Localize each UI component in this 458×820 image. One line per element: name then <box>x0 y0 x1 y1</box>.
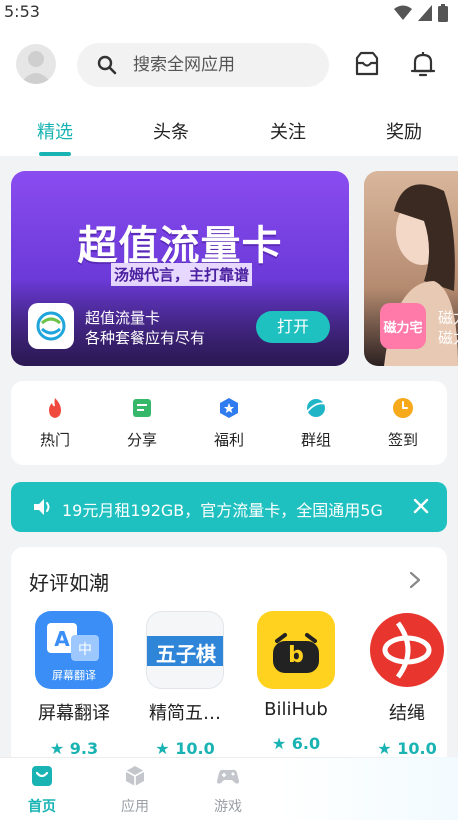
gamepad-icon <box>217 769 239 784</box>
tab-headlines[interactable]: 头条 <box>153 118 189 144</box>
battery-icon <box>438 4 448 22</box>
banner-app-name: 超值流量卡 <box>85 309 161 327</box>
user-avatar-icon <box>20 51 52 84</box>
gomoku-app-icon: 五子棋 <box>146 611 224 689</box>
rating-value: 6.0 <box>291 734 321 753</box>
rating-value: 10.0 <box>397 739 437 758</box>
banner-next-app-icon[interactable]: 磁力宅 <box>380 303 426 349</box>
screen-translate-app-icon: A 中 屏幕翻译 <box>35 611 113 689</box>
signal-icon <box>418 5 432 21</box>
banner-next-app-desc: 磁力 <box>438 329 458 347</box>
speaker-icon <box>34 499 50 515</box>
nav-label: 应用 <box>121 799 149 815</box>
nav-home[interactable]: 首页 <box>12 764 72 816</box>
banner-app-icon[interactable] <box>28 303 74 349</box>
shortcut-groups[interactable]: 群组 <box>286 397 346 450</box>
status-icons <box>394 4 448 22</box>
search-input[interactable] <box>133 55 313 75</box>
flame-icon <box>49 398 61 418</box>
svg-text:中: 中 <box>78 642 92 658</box>
inbox-icon[interactable] <box>353 50 381 78</box>
tab-featured[interactable]: 精选 <box>37 118 73 144</box>
section-title: 好评如潮 <box>29 571 109 595</box>
shortcut-label: 分享 <box>126 431 157 449</box>
tab-following[interactable]: 关注 <box>270 118 306 144</box>
banner-next-app-name: 磁力 <box>438 309 458 327</box>
home-bag-icon <box>32 766 52 786</box>
app-name: 结绳 <box>389 703 425 724</box>
notice-bar[interactable]: 19元月租192GB，官方流量卡，全国通用5G <box>11 482 447 532</box>
nav-label: 首页 <box>28 799 56 815</box>
notice-text: 19元月租192GB，官方流量卡，全国通用5G <box>62 501 383 520</box>
wifi-icon <box>394 5 412 20</box>
shortcut-label: 热门 <box>39 431 70 449</box>
clock-icon <box>393 398 413 418</box>
recommend-section: 好评如潮 A 中 屏幕翻译 屏幕翻译 ★ 9.3 五子棋 精简五… ★ 10.0 <box>11 547 447 767</box>
app-rating: ★ 6.0 <box>250 734 342 753</box>
close-icon[interactable] <box>411 496 431 516</box>
bell-icon[interactable] <box>409 50 437 78</box>
nav-label: 游戏 <box>214 799 242 815</box>
rating-value: 9.3 <box>69 739 99 758</box>
star-icon: ★ <box>271 734 292 753</box>
app-name: 屏幕翻译 <box>38 703 110 724</box>
search-box[interactable] <box>77 43 329 87</box>
shortcut-checkin[interactable]: 签到 <box>373 397 433 450</box>
shortcut-hot[interactable]: 热门 <box>25 397 85 450</box>
app-rating: ★ 10.0 <box>361 739 453 758</box>
chevron-right-icon[interactable] <box>409 571 421 589</box>
app-rating: ★ 10.0 <box>139 739 231 758</box>
app-card-gomoku[interactable]: 五子棋 精简五… ★ 10.0 <box>139 611 231 758</box>
nav-games[interactable]: 游戏 <box>198 764 258 816</box>
star-icon: ★ <box>49 739 70 758</box>
jiesheng-app-icon <box>368 611 446 689</box>
shortcut-share[interactable]: 分享 <box>112 397 172 450</box>
app-card-screen-translate[interactable]: A 中 屏幕翻译 屏幕翻译 ★ 9.3 <box>28 611 120 758</box>
search-icon <box>97 55 117 75</box>
status-bar: 5:53 <box>0 0 458 26</box>
app-icon-caption: b <box>288 643 304 668</box>
bottom-fade-overlay <box>280 757 458 820</box>
banner-card-next[interactable]: 磁力宅 磁力 磁力 <box>364 171 458 366</box>
app-name: BiliHub <box>264 699 328 720</box>
app-card-bilihub[interactable]: b BiliHub ★ 6.0 <box>250 611 342 753</box>
shortcut-welfare[interactable]: 福利 <box>199 397 259 450</box>
shortcut-label: 福利 <box>213 431 244 449</box>
china-mobile-logo-icon <box>36 311 66 341</box>
knot-icon <box>370 613 444 687</box>
top-bar <box>0 26 458 106</box>
shortcut-panel: 热门 分享 福利 群组 签到 <box>11 381 447 465</box>
avatar[interactable] <box>16 44 56 84</box>
app-rating: ★ 9.3 <box>28 739 120 758</box>
star-icon: ★ <box>155 739 176 758</box>
cube-icon <box>125 766 145 786</box>
planet-icon <box>306 399 327 417</box>
banner-card[interactable]: 超值流量卡 汤姆代言，主打靠谱 超值流量卡 各种套餐应有尽有 打开 <box>11 171 349 366</box>
top-tabs: 精选 头条 关注 奖励 <box>0 106 458 156</box>
shortcut-label: 签到 <box>387 431 418 449</box>
banner-app-desc: 各种套餐应有尽有 <box>85 329 206 347</box>
tab-indicator <box>39 152 71 156</box>
rating-value: 10.0 <box>175 739 215 758</box>
share-icon <box>133 399 151 417</box>
svg-text:A: A <box>54 627 70 651</box>
tab-rewards[interactable]: 奖励 <box>386 118 422 144</box>
app-icon-caption: 屏幕翻译 <box>52 669 96 682</box>
app-icon-caption: 五子棋 <box>156 642 216 666</box>
nav-apps[interactable]: 应用 <box>105 764 165 816</box>
app-name: 精简五… <box>149 703 221 724</box>
status-time: 5:53 <box>4 2 40 21</box>
shortcut-label: 群组 <box>300 431 331 449</box>
bilihub-app-icon: b <box>257 611 335 689</box>
star-icon: ★ <box>377 739 398 758</box>
open-button[interactable]: 打开 <box>256 311 330 343</box>
app-card-jiesheng[interactable]: 结绳 ★ 10.0 <box>361 611 453 758</box>
star-badge-icon <box>220 398 238 418</box>
